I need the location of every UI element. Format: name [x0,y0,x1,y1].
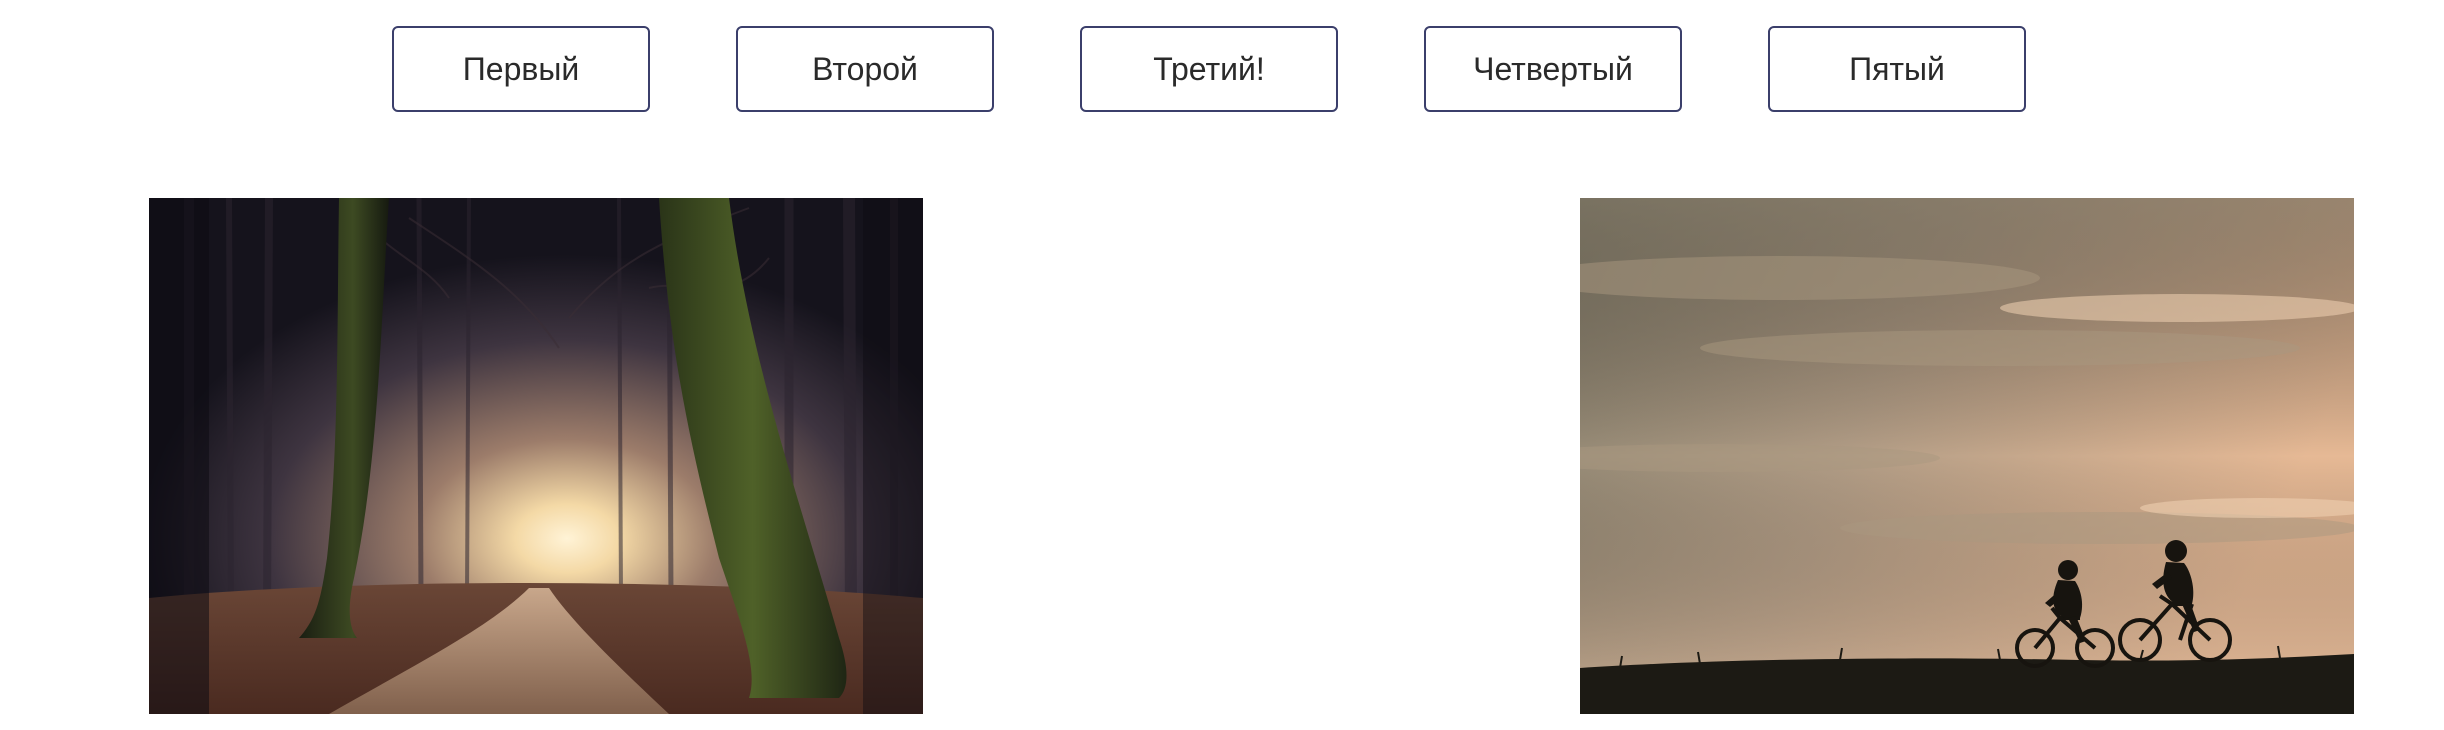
cyclists-sunset-illustration [1580,198,2354,714]
forest-path-illustration [149,198,923,714]
button-third[interactable]: Третий! [1080,26,1338,112]
button-second[interactable]: Второй [736,26,994,112]
button-fifth[interactable]: Пятый [1768,26,2026,112]
button-first[interactable]: Первый [392,26,650,112]
button-fourth[interactable]: Четвертый [1424,26,1682,112]
cyclists-sunset-image [1580,198,2354,714]
forest-path-image [149,198,923,714]
